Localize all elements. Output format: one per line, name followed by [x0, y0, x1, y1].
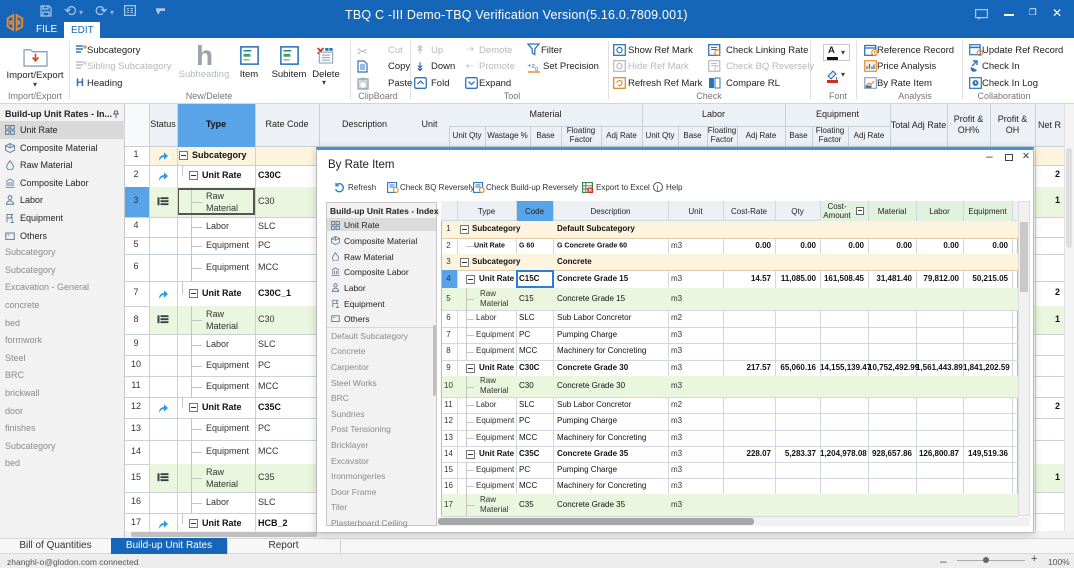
svg-text:⁺²₀: ⁺²₀ — [527, 62, 539, 72]
